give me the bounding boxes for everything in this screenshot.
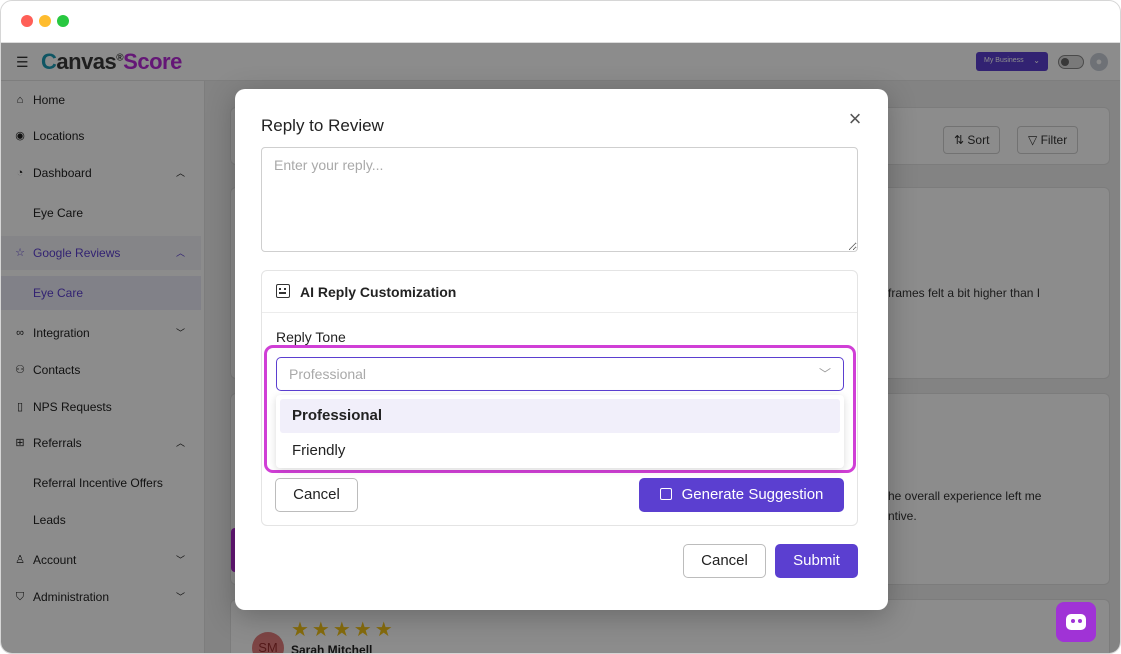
reply-tone-label: Reply Tone (276, 329, 346, 345)
window-chrome (1, 1, 1120, 43)
inner-cancel-label: Cancel (293, 486, 340, 503)
maximize-window-dot[interactable] (57, 15, 69, 27)
cancel-label: Cancel (701, 552, 748, 569)
tone-option-professional[interactable]: Professional (280, 399, 840, 433)
robot-icon (276, 284, 290, 298)
reply-tone-dropdown: Professional Friendly (276, 395, 844, 468)
reply-input[interactable] (261, 147, 858, 252)
ai-panel-header: AI Reply Customization (262, 271, 857, 313)
cancel-button[interactable]: Cancel (683, 544, 766, 578)
ai-panel-title: AI Reply Customization (300, 284, 457, 300)
generate-suggestion-label: Generate Suggestion (681, 486, 824, 503)
submit-label: Submit (793, 552, 840, 569)
generate-suggestion-button[interactable]: Generate Suggestion (639, 478, 844, 512)
reply-tone-select[interactable]: Professional ﹀ (276, 357, 844, 391)
chatbot-icon[interactable] (1056, 602, 1096, 642)
robot-icon (659, 488, 672, 500)
submit-button[interactable]: Submit (775, 544, 858, 578)
reply-tone-value: Professional (289, 366, 367, 382)
tone-option-friendly[interactable]: Friendly (280, 434, 840, 468)
browser-window: ☰ Canvas®Score My Business ⌄ ● ⌂ Home ◉ … (0, 0, 1121, 654)
tone-option-label: Professional (292, 407, 383, 424)
tone-option-label: Friendly (292, 442, 346, 459)
chevron-down-icon: ﹀ (818, 367, 831, 381)
close-icon[interactable]: × (845, 108, 865, 130)
modal-title: Reply to Review (261, 116, 384, 135)
close-window-dot[interactable] (21, 15, 33, 27)
inner-cancel-button[interactable]: Cancel (275, 478, 358, 512)
minimize-window-dot[interactable] (39, 15, 51, 27)
